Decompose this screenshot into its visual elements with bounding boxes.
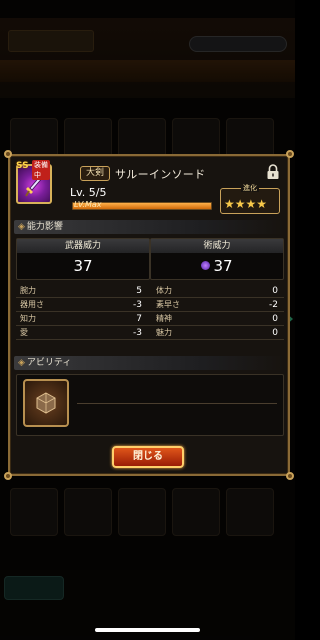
lock-icon[interactable]	[266, 164, 280, 180]
evolution-panel: 進化 ★★★★	[220, 184, 280, 214]
weapon-power-label: 武器威力	[17, 239, 149, 253]
stat-name: 知力	[20, 314, 36, 323]
ability-slot[interactable]	[23, 379, 69, 427]
stat-row: 腕力 5 体力 0	[16, 284, 284, 298]
stat-value: 0	[272, 314, 278, 324]
ability-section-header: ◈ アビリティ	[14, 356, 284, 370]
stat-name: 魅力	[156, 328, 172, 337]
weapon-icon: SS 装備中	[16, 160, 52, 204]
weapon-power-value: 37	[73, 257, 93, 275]
evolution-label: 進化	[241, 184, 259, 192]
stat-value: -2	[269, 300, 278, 310]
stat-value: 7	[136, 314, 142, 324]
weapon-detail-modal: SS 装備中 大剣 サルーインソード Lv. 5/5 LV.Max 進化 ★★★…	[4, 150, 294, 480]
stats-table: 腕力 5 体力 0 器用さ -3 素早さ -2 知力 7 精神 0 愛 -3 魅…	[16, 284, 284, 340]
stat-name: 体力	[156, 286, 172, 295]
power-section-header: ◈ 能力影響	[14, 220, 284, 234]
section-marker-icon: ◈	[18, 358, 25, 368]
stat-name: 器用さ	[20, 300, 44, 309]
stat-value: 0	[272, 286, 278, 296]
ability-divider	[77, 403, 277, 404]
magic-power-value: 37	[213, 257, 233, 275]
stat-value: 5	[136, 286, 142, 296]
corner-ornament-icon	[286, 150, 294, 158]
ability-section-title: アビリティ	[26, 358, 72, 368]
stat-name: 愛	[20, 328, 28, 337]
stat-row: 知力 7 精神 0	[16, 312, 284, 326]
stat-name: 精神	[156, 314, 172, 323]
weapon-name: サルーインソード	[115, 168, 206, 181]
corner-ornament-icon	[286, 472, 294, 480]
rarity-badge: SS	[16, 161, 29, 171]
corner-ornament-icon	[4, 150, 12, 158]
evolution-stars: ★★★★	[224, 197, 268, 211]
weapon-level: Lv. 5/5	[70, 186, 107, 199]
level-max-label: LV.Max	[74, 200, 102, 209]
power-section-title: 能力影響	[26, 222, 63, 232]
ability-panel	[16, 374, 284, 436]
section-marker-icon: ◈	[18, 222, 25, 232]
magic-power-label: 術威力	[151, 239, 283, 253]
magic-power-panel: 術威力 37	[150, 238, 284, 280]
stat-value: 0	[272, 328, 278, 338]
close-button[interactable]: 閉じる	[112, 446, 184, 468]
corner-ornament-icon	[4, 472, 12, 480]
stat-name: 素早さ	[156, 300, 180, 309]
stat-row: 器用さ -3 素早さ -2	[16, 298, 284, 312]
stat-value: -3	[133, 300, 142, 310]
weapon-type-badge: 大剣	[80, 166, 110, 181]
stat-name: 腕力	[20, 286, 36, 295]
equipped-badge: 装備中	[32, 160, 50, 180]
stat-row: 愛 -3 魅力 0	[16, 326, 284, 340]
ability-crystal-icon	[36, 392, 56, 414]
weapon-power-panel: 武器威力 37	[16, 238, 150, 280]
stat-value: -3	[133, 328, 142, 338]
game-screen: SS 装備中 大剣 サルーインソード Lv. 5/5 LV.Max 進化 ★★★…	[0, 0, 295, 640]
magic-orb-icon	[201, 261, 211, 270]
home-indicator[interactable]	[95, 628, 200, 632]
